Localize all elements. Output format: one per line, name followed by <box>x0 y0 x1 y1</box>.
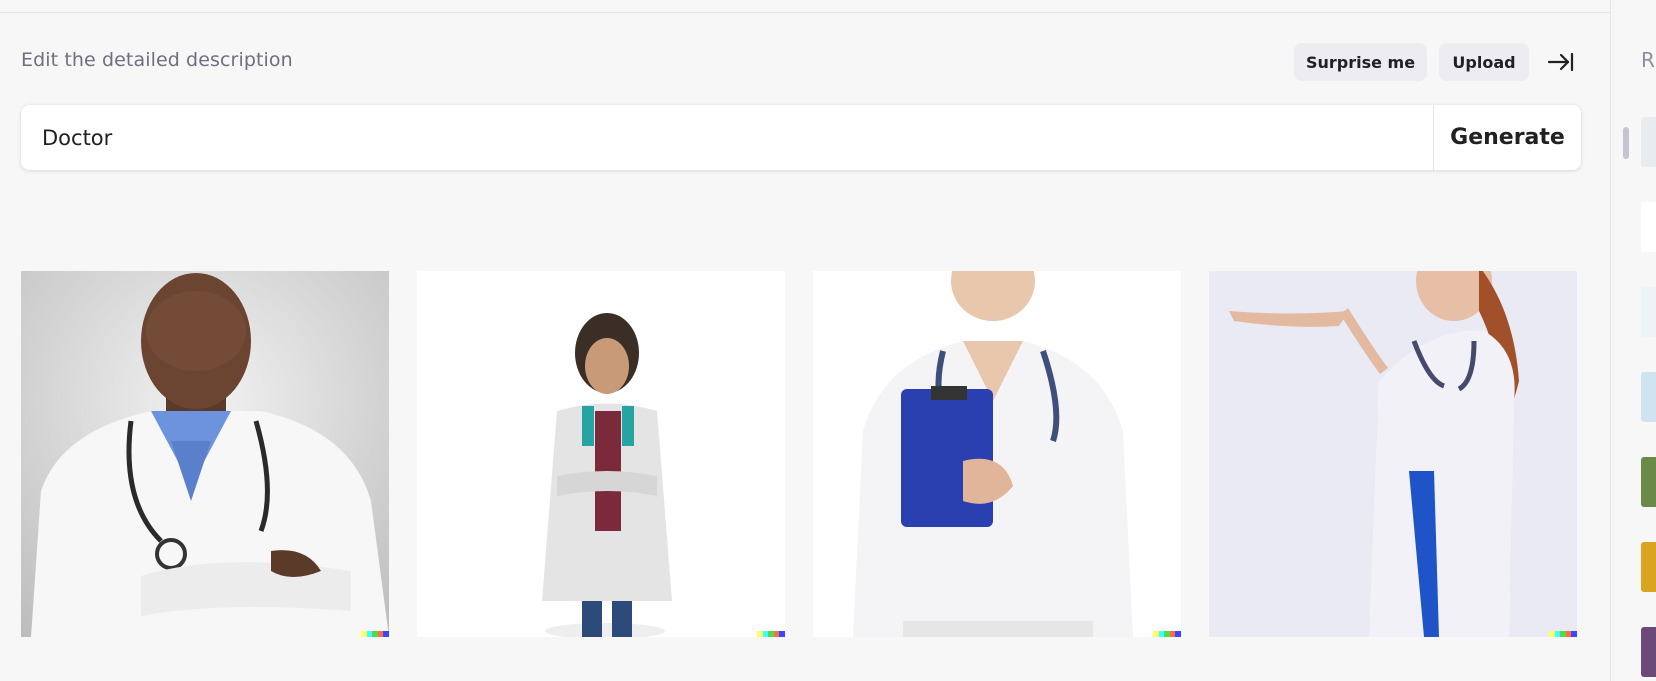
result-image-4[interactable] <box>1209 271 1577 637</box>
result-image-art <box>417 271 785 637</box>
history-thumbnail[interactable] <box>1641 372 1656 422</box>
history-thumbnail[interactable] <box>1641 457 1656 507</box>
result-image-art <box>21 271 389 637</box>
history-sidebar: R <box>1610 0 1656 681</box>
result-image-1[interactable] <box>21 271 389 637</box>
upload-button[interactable]: Upload <box>1439 43 1529 81</box>
result-image-2[interactable] <box>417 271 785 637</box>
result-image-art <box>813 271 1181 637</box>
generate-button[interactable]: Generate <box>1433 105 1581 170</box>
image-signature <box>1549 631 1577 637</box>
sidebar-scrollbar[interactable] <box>1623 127 1629 159</box>
image-signature <box>1153 631 1181 637</box>
surprise-me-button[interactable]: Surprise me <box>1294 43 1427 81</box>
history-thumbnail[interactable] <box>1641 542 1656 592</box>
result-image-3[interactable] <box>813 271 1181 637</box>
history-thumbnail[interactable] <box>1641 202 1656 252</box>
editor-panel: Edit the detailed description Surprise m… <box>0 13 1610 681</box>
sidebar-heading: R <box>1641 48 1655 72</box>
result-image-art <box>1209 271 1577 637</box>
history-thumbnail[interactable] <box>1641 287 1656 337</box>
top-border <box>0 0 1610 13</box>
results-grid <box>21 271 1581 637</box>
history-thumbnail[interactable] <box>1641 117 1656 167</box>
collapse-sidebar-button[interactable] <box>1544 47 1578 77</box>
instruction-text: Edit the detailed description <box>21 49 293 71</box>
image-signature <box>361 631 389 637</box>
image-signature <box>757 631 785 637</box>
prompt-input[interactable] <box>21 105 1433 170</box>
prompt-box: Generate <box>21 105 1581 170</box>
history-thumbnail[interactable] <box>1641 627 1656 677</box>
arrow-right-to-bar-icon <box>1548 52 1574 72</box>
